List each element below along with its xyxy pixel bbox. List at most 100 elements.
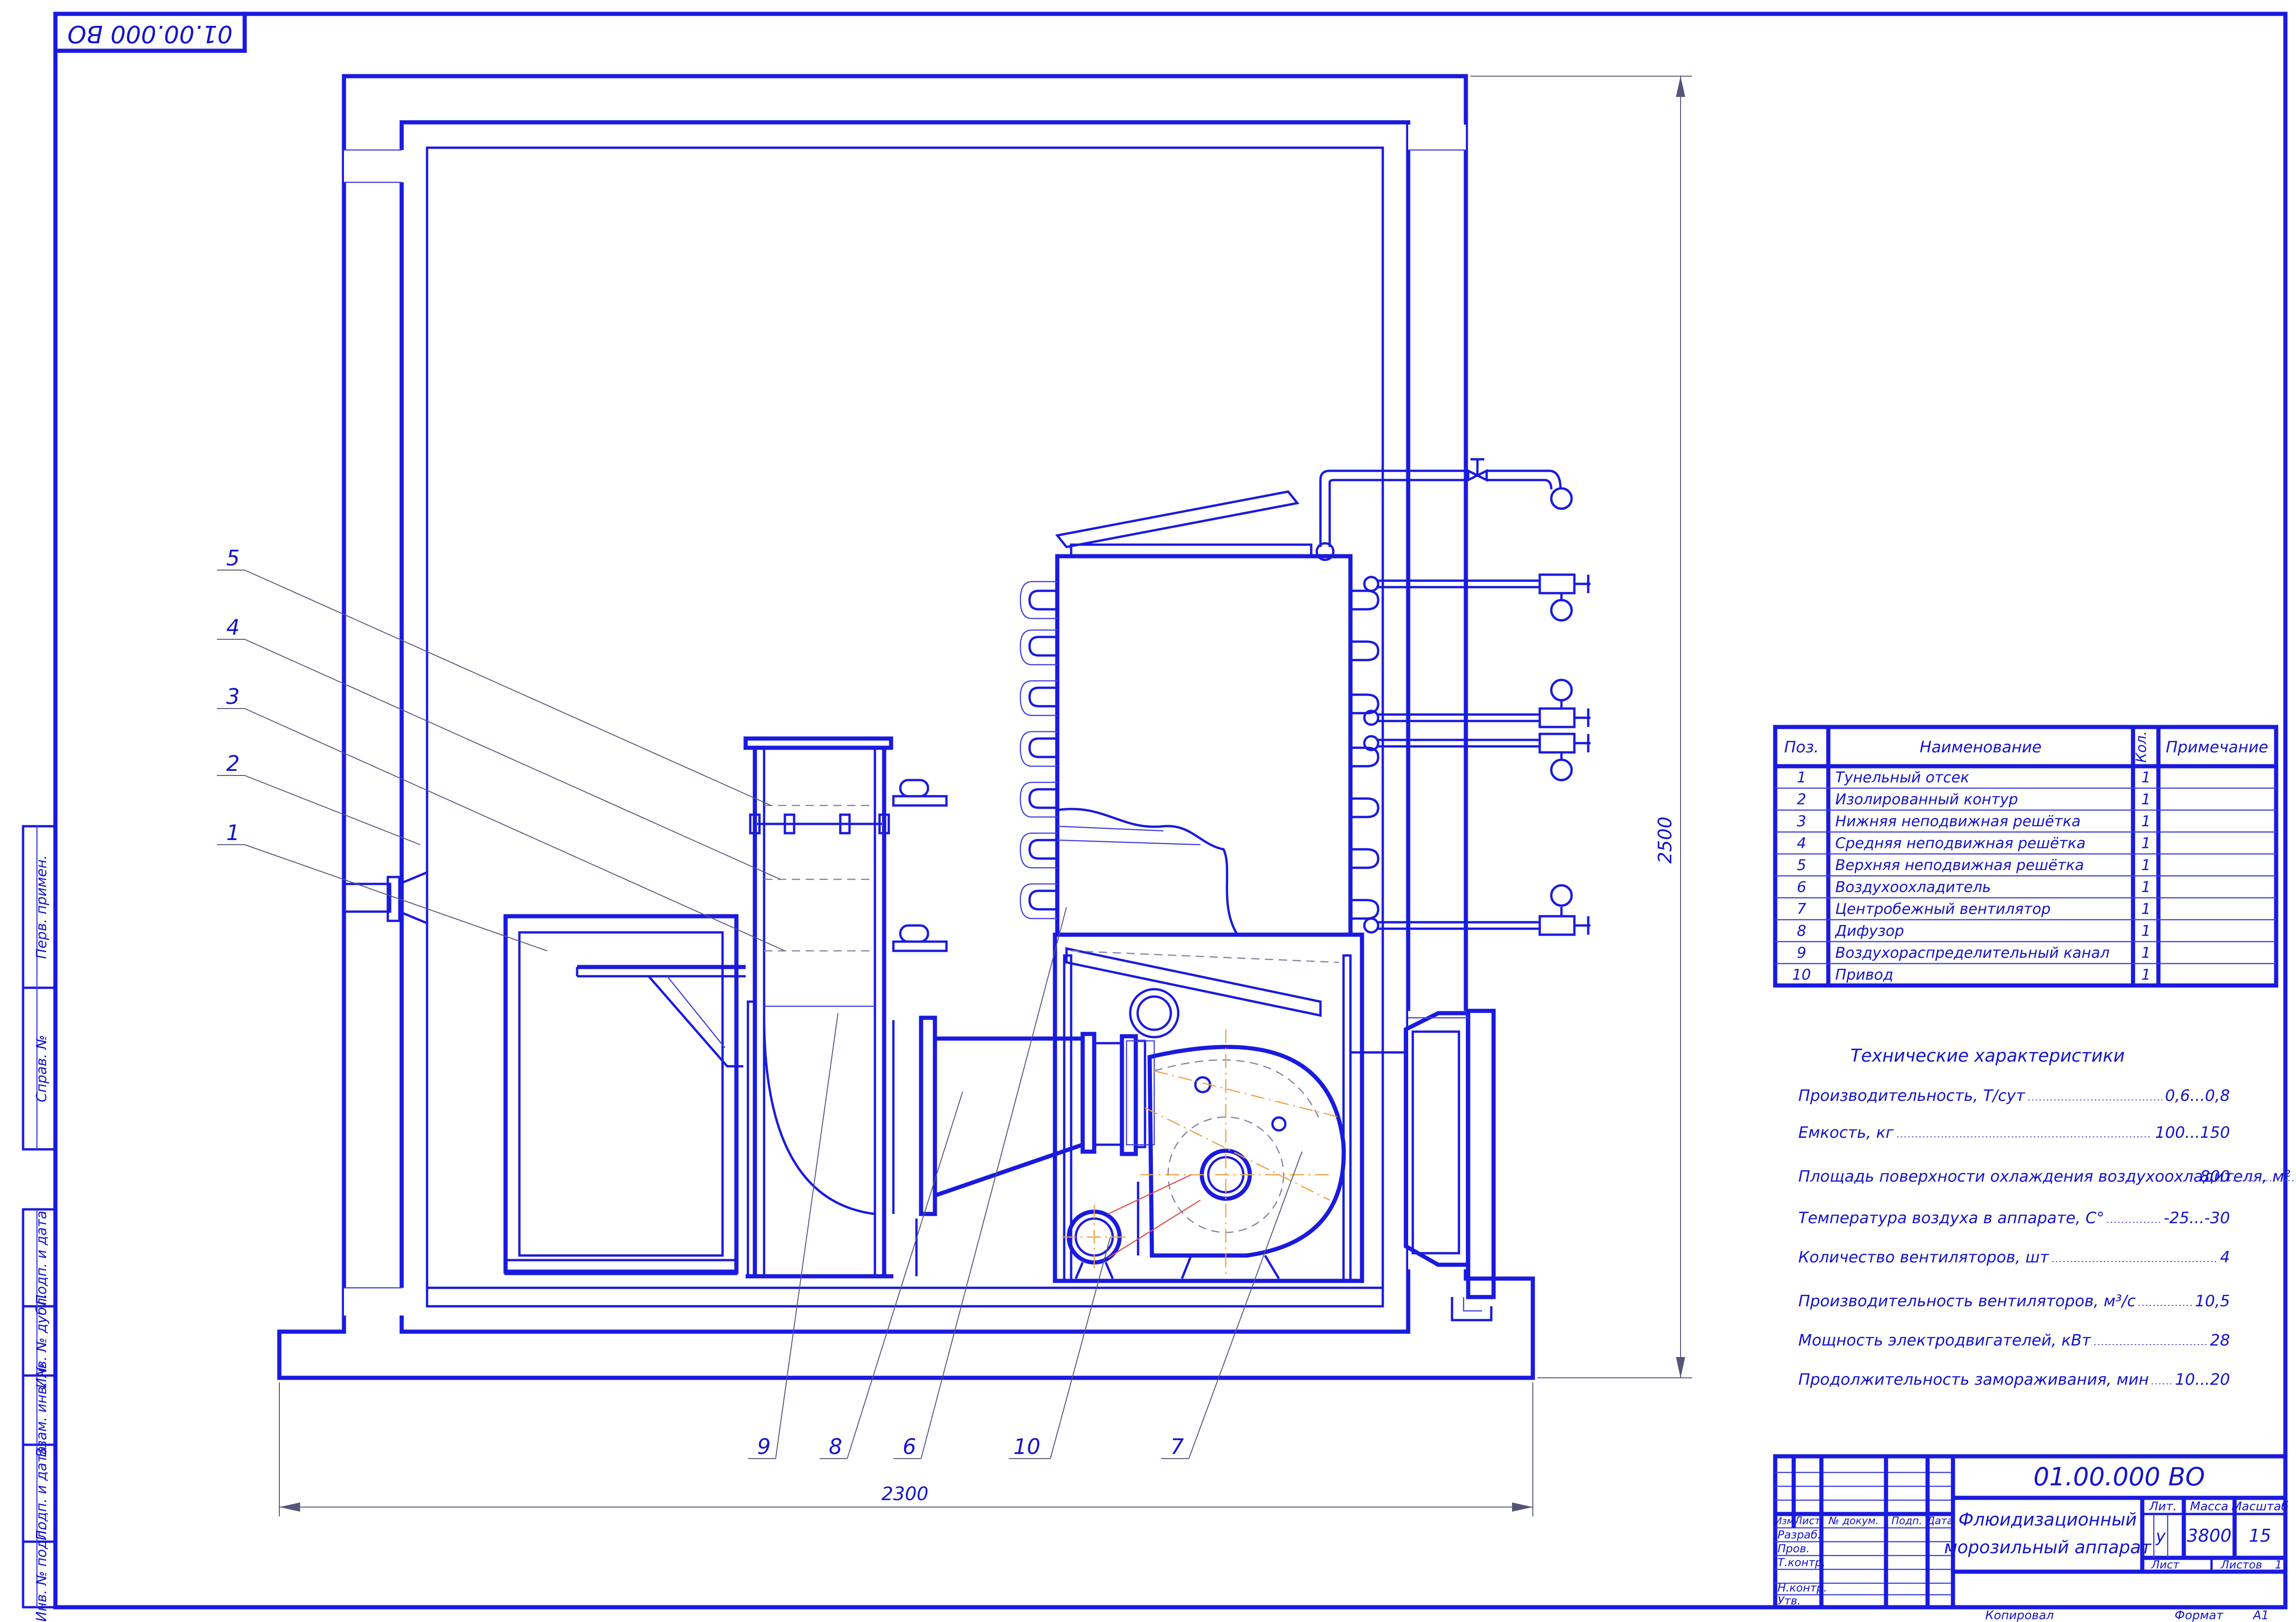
scale-value: 15 bbox=[2249, 1526, 2271, 1546]
dimension-height: 2500 bbox=[1470, 76, 1692, 1378]
parts-row-name: Центробежный вентилятор bbox=[1835, 900, 2051, 918]
spec-label: Мощность электродвигателей, кВт bbox=[1798, 1331, 2091, 1350]
parts-row-pos: 4 bbox=[1797, 835, 1806, 852]
role-tkontr: Т.контр. bbox=[1778, 1556, 1826, 1569]
col-izm: Изм bbox=[1775, 1515, 1794, 1526]
role-nkontr: Н.контр. bbox=[1778, 1581, 1827, 1594]
lit-value: у bbox=[2155, 1527, 2166, 1546]
spec-label: Продолжительность замораживания, мин bbox=[1798, 1370, 2149, 1389]
parts-row-qty: 1 bbox=[2141, 769, 2151, 786]
col-sign: Подп. bbox=[1892, 1515, 1922, 1527]
col-doc: № докум. bbox=[1828, 1515, 1879, 1527]
parts-header-pos: Поз. bbox=[1784, 738, 1819, 757]
role-razrab: Разраб. bbox=[1778, 1528, 1821, 1541]
parts-row-pos: 8 bbox=[1797, 922, 1806, 940]
parts-row-name: Воздухоохладитель bbox=[1835, 878, 1991, 896]
parts-row-qty: 1 bbox=[2141, 878, 2151, 896]
parts-header-note: Примечание bbox=[2166, 738, 2268, 757]
spec-label: Температура воздуха в аппарате, С° bbox=[1798, 1209, 2104, 1227]
mass-value: 3800 bbox=[2187, 1526, 2232, 1546]
title-block: 01.00.000 ВО Флюидизационный морозильный… bbox=[1773, 1454, 2289, 1610]
parts-row-qty: 1 bbox=[2141, 944, 2151, 961]
dim-height-label: 2500 bbox=[1655, 817, 1676, 864]
product-name-2: морозильный аппарат bbox=[1944, 1537, 2152, 1557]
parts-row-name: Верхняя неподвижная решётка bbox=[1835, 856, 2084, 874]
parts-row-pos: 9 bbox=[1797, 944, 1806, 961]
tech-specs: Технические характеристики Производитель… bbox=[1798, 1045, 2294, 1389]
callout-leaders bbox=[217, 570, 1302, 1459]
parts-row-pos: 6 bbox=[1797, 878, 1806, 896]
col-date: Дата bbox=[1927, 1515, 1953, 1527]
spec-value: 800 bbox=[2200, 1167, 2230, 1186]
callout-9: 9 bbox=[757, 1434, 771, 1459]
side-label-4: Взам. инв. № bbox=[34, 1363, 50, 1457]
parts-row-pos: 7 bbox=[1797, 900, 1807, 918]
col-list: Лист bbox=[1794, 1515, 1821, 1527]
spec-label: Производительность вентиляторов, м³/с bbox=[1798, 1292, 2136, 1310]
side-label-0: Перв. примен. bbox=[34, 855, 50, 959]
spec-value: 28 bbox=[2210, 1331, 2230, 1350]
callout-2: 2 bbox=[226, 751, 240, 776]
sheets-value: 1 bbox=[2275, 1558, 2282, 1571]
parts-row-name: Нижняя неподвижная решётка bbox=[1835, 812, 2081, 830]
parts-row-pos: 2 bbox=[1797, 791, 1806, 808]
side-label-6: Инв. № подл. bbox=[34, 1526, 50, 1622]
top-stamp: 01.00.000 ВО bbox=[55, 14, 247, 53]
parts-row-name: Дифузор bbox=[1834, 922, 1904, 940]
parts-row-name: Воздухораспределительный канал bbox=[1835, 944, 2109, 961]
air-cooler bbox=[1019, 458, 1591, 937]
callout-7: 7 bbox=[1170, 1434, 1184, 1459]
parts-row-qty: 1 bbox=[2141, 835, 2151, 852]
tech-specs-title: Технические характеристики bbox=[1850, 1045, 2125, 1066]
side-label-2: Подп. и дата bbox=[34, 1211, 50, 1305]
parts-row-name: Тунельный отсек bbox=[1835, 769, 1970, 786]
copied-label: Копировал bbox=[1985, 1609, 2054, 1622]
parts-row-qty: 1 bbox=[2141, 812, 2151, 830]
top-stamp-text: 01.00.000 ВО bbox=[67, 20, 233, 48]
parts-row-qty: 1 bbox=[2141, 922, 2151, 940]
parts-table: Поз. Наименование Кол. Примечание 1 Тунел… bbox=[1773, 725, 2278, 988]
parts-header-name: Наименование bbox=[1920, 738, 2042, 757]
parts-row-pos: 5 bbox=[1797, 856, 1806, 874]
product-name-1: Флюидизационный bbox=[1959, 1509, 2137, 1530]
side-label-1: Справ. № bbox=[34, 1035, 50, 1102]
parts-row-qty: 1 bbox=[2141, 856, 2151, 874]
side-label-column: Перв. примен. Справ. № Подп. и дата Инв.… bbox=[22, 825, 57, 1622]
callout-8: 8 bbox=[829, 1434, 842, 1459]
tunnel-enclosure bbox=[277, 74, 1535, 1380]
format-label: Формат bbox=[2175, 1609, 2224, 1622]
callout-10: 10 bbox=[1013, 1434, 1041, 1459]
callout-5: 5 bbox=[226, 546, 240, 571]
parts-header-qty: Кол. bbox=[2133, 731, 2150, 763]
parts-row-name: Привод bbox=[1835, 966, 1893, 984]
sheets-label: Листов bbox=[2220, 1558, 2262, 1571]
parts-row-qty: 1 bbox=[2141, 791, 2151, 808]
lit-label: Лит. bbox=[2149, 1500, 2177, 1514]
spec-value: 10,5 bbox=[2195, 1292, 2230, 1310]
spec-value: -25...-30 bbox=[2164, 1209, 2230, 1227]
fan-housing bbox=[1053, 932, 1364, 1283]
mass-label: Масса bbox=[2190, 1500, 2229, 1514]
spec-rows: Производительность, Т/сут 0,6...0,8 Емкост… bbox=[1798, 1087, 2294, 1389]
grate-column bbox=[743, 736, 948, 1279]
spec-value: 0,6...0,8 bbox=[2165, 1087, 2230, 1105]
scale-label: Масштаб bbox=[2231, 1500, 2289, 1514]
dim-width-label: 2300 bbox=[881, 1484, 928, 1505]
parts-row-pos: 1 bbox=[1797, 769, 1806, 786]
callout-1: 1 bbox=[226, 820, 240, 845]
role-utv: Утв. bbox=[1778, 1594, 1801, 1607]
drawing-sheet: 01.00.000 ВО Перв. примен. Справ. № Подп… bbox=[22, 12, 2294, 1622]
callout-4: 4 bbox=[226, 615, 240, 640]
parts-row-qty: 1 bbox=[2141, 900, 2151, 918]
spec-value: 4 bbox=[2220, 1248, 2230, 1267]
parts-row-pos: 10 bbox=[1792, 966, 1811, 984]
format-value: А1 bbox=[2252, 1609, 2269, 1622]
manifold-connections bbox=[1363, 573, 1591, 936]
callout-3: 3 bbox=[226, 684, 240, 709]
spec-label: Количество вентиляторов, шт bbox=[1798, 1248, 2049, 1267]
spec-value: 10...20 bbox=[2175, 1370, 2230, 1389]
spec-value: 100...150 bbox=[2155, 1123, 2230, 1142]
role-prov: Пров. bbox=[1778, 1542, 1810, 1555]
parts-row-pos: 3 bbox=[1797, 812, 1806, 830]
spec-label: Емкость, кг bbox=[1798, 1123, 1894, 1142]
